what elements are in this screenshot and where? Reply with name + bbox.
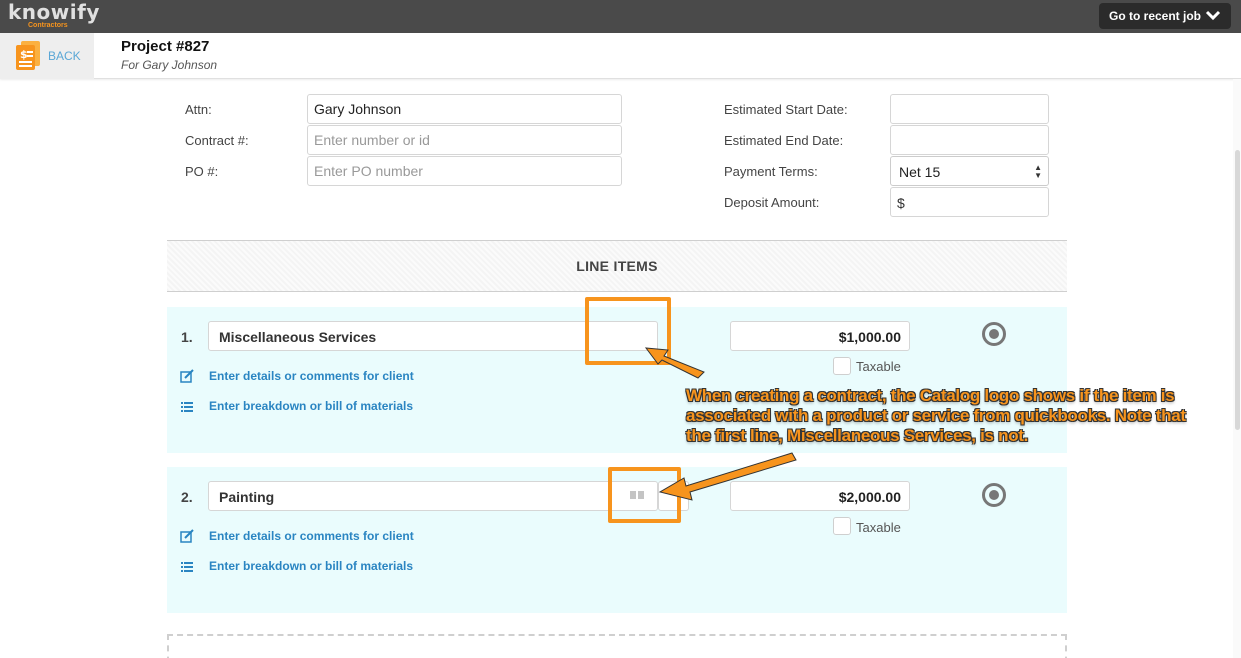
annotation-arrow-upper [644, 347, 705, 379]
annotation-text: When creating a contract, the Catalog lo… [686, 386, 1186, 445]
annotation-arrow-lower [658, 452, 797, 501]
annotation-arrows [644, 347, 797, 501]
